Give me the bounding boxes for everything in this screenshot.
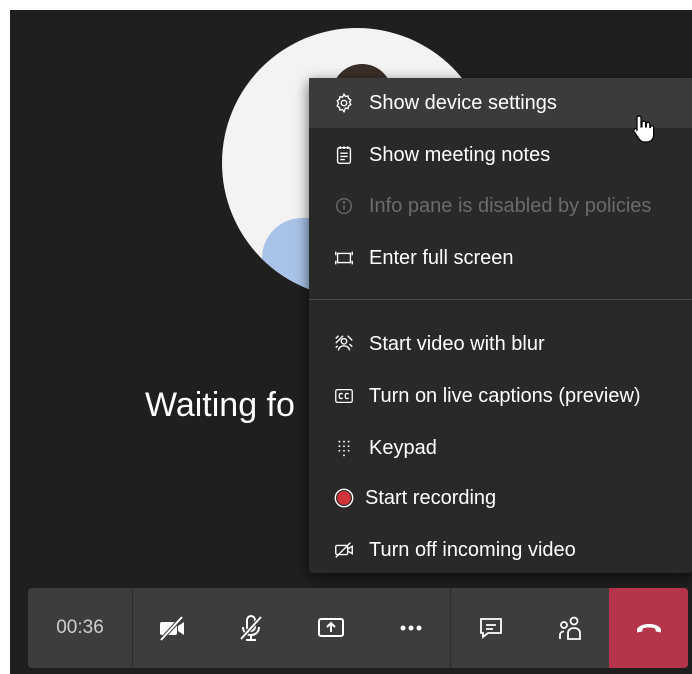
captions-icon xyxy=(331,383,357,409)
camera-toggle-button[interactable] xyxy=(133,588,211,668)
hand-cursor-icon xyxy=(633,114,655,149)
menu-separator xyxy=(309,299,692,300)
more-actions-menu: Show device settings Show meeting notes … xyxy=(309,78,692,573)
hang-up-icon xyxy=(636,624,661,633)
video-off-icon xyxy=(331,537,357,563)
camera-off-icon xyxy=(159,615,184,642)
share-screen-icon xyxy=(318,618,344,637)
menu-item-label: Enter full screen xyxy=(369,246,514,269)
notes-icon xyxy=(331,142,357,168)
participants-button[interactable] xyxy=(530,588,609,668)
menu-item-label: Turn off incoming video xyxy=(369,538,576,561)
share-screen-button[interactable] xyxy=(291,588,371,668)
menu-item-label: Show device settings xyxy=(369,91,557,114)
mic-toggle-button[interactable] xyxy=(211,588,291,668)
blur-icon xyxy=(331,331,357,357)
more-actions-button[interactable] xyxy=(371,588,450,668)
record-icon xyxy=(331,485,357,511)
fullscreen-icon xyxy=(331,245,357,271)
mic-off-icon xyxy=(239,615,263,641)
menu-item-label: Start recording xyxy=(365,486,497,509)
menu-item-live-captions[interactable]: Turn on live captions (preview) xyxy=(309,371,692,421)
menu-item-incoming-video-off[interactable]: Turn off incoming video xyxy=(309,525,692,575)
menu-item-keypad[interactable]: Keypad xyxy=(309,423,692,473)
waiting-status-text: Waiting fo xyxy=(145,386,295,424)
info-icon xyxy=(331,193,357,219)
menu-item-label: Show meeting notes xyxy=(369,143,551,166)
menu-item-video-blur[interactable]: Start video with blur xyxy=(309,319,692,369)
meeting-stage: Waiting fo Show device settings Show mee… xyxy=(10,10,692,674)
menu-item-info-pane: Info pane is disabled by policies xyxy=(309,181,692,231)
menu-item-label: Turn on live captions (preview) xyxy=(369,384,641,407)
chat-icon xyxy=(479,618,502,639)
hang-up-button[interactable] xyxy=(609,588,688,668)
keypad-icon xyxy=(331,435,357,461)
more-icon xyxy=(400,625,421,631)
call-timer: 00:36 xyxy=(28,588,133,668)
chat-button[interactable] xyxy=(451,588,530,668)
menu-item-start-recording[interactable]: Start recording xyxy=(309,473,692,523)
participants-icon xyxy=(558,616,581,640)
menu-item-label: Start video with blur xyxy=(369,332,545,355)
gear-icon xyxy=(331,90,357,116)
call-controls-toolbar: 00:36 xyxy=(28,588,688,668)
menu-item-label: Info pane is disabled by policies xyxy=(369,194,652,217)
menu-item-label: Keypad xyxy=(369,436,437,459)
menu-item-full-screen[interactable]: Enter full screen xyxy=(309,233,692,283)
